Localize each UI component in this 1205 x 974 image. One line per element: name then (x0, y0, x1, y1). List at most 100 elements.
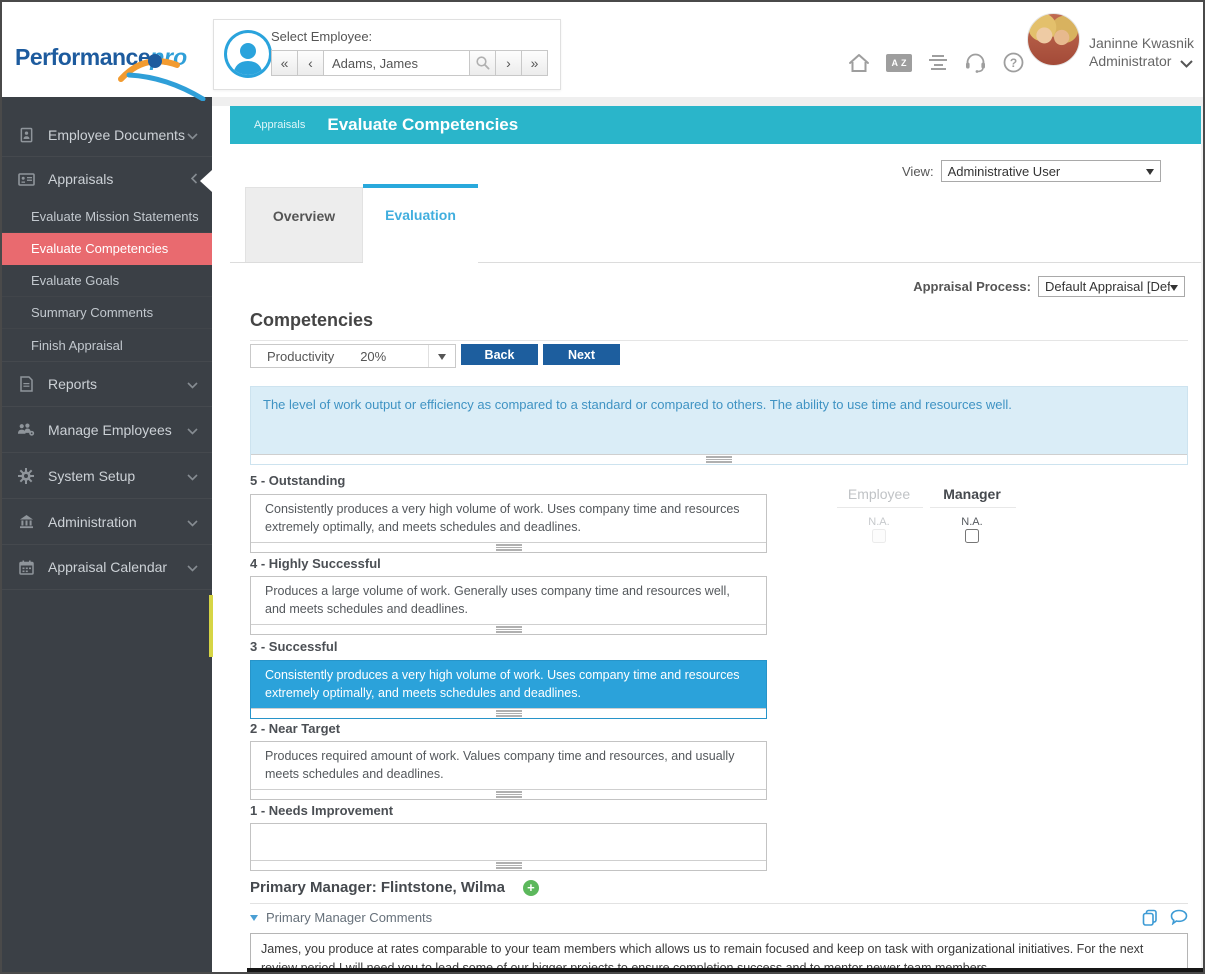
user-role: Administrator (1089, 53, 1172, 69)
add-plus-icon[interactable]: + (522, 879, 539, 896)
sidebar-subitem-evaluate-goals[interactable]: Evaluate Goals (2, 265, 212, 297)
top-header: Performancepro Select Employee: « ‹ Adam… (2, 2, 1203, 101)
manager-column-rule (930, 507, 1016, 508)
rating-label-3: 3 - Successful (250, 639, 338, 654)
sidebar-subitem-evaluate-competencies[interactable]: Evaluate Competencies (2, 233, 212, 265)
sidebar-item-label: Appraisals (48, 171, 114, 187)
resize-handle[interactable] (251, 542, 766, 552)
view-select[interactable]: Administrative User (940, 160, 1161, 182)
menu-lines-icon[interactable] (928, 54, 948, 71)
primary-manager-comments-input[interactable]: James, you produce at rates comparable t… (250, 933, 1188, 972)
sidebar-item-administration[interactable]: Administration (2, 499, 212, 545)
resize-handle[interactable] (251, 860, 766, 870)
active-section-notch (200, 170, 212, 192)
select-employee-label: Select Employee: (271, 29, 373, 44)
sidebar-item-system-setup[interactable]: System Setup (2, 453, 212, 499)
resize-handle[interactable] (251, 789, 766, 799)
sidebar-item-label: Reports (48, 376, 98, 392)
manager-column-header: Manager (943, 486, 1001, 502)
copy-icon[interactable] (1142, 909, 1158, 926)
performancepro-logo: Performancepro (15, 44, 206, 101)
sidebar-item-appraisal-calendar[interactable]: Appraisal Calendar (2, 545, 212, 590)
rating-box-1[interactable] (250, 823, 767, 871)
grip-icon (495, 626, 522, 633)
sidebar-item-label: Administration (48, 513, 137, 530)
language-az-icon[interactable]: AZ (886, 53, 912, 72)
home-icon[interactable] (848, 53, 870, 73)
next-employee-button[interactable]: › (495, 50, 522, 76)
comments-toolbar (1142, 909, 1188, 926)
sidebar-item-manage-employees[interactable]: Manage Employees (2, 407, 212, 453)
manager-na-checkbox[interactable] (965, 529, 979, 543)
user-menu-chevron-down-icon[interactable] (1180, 55, 1193, 73)
employee-name-input[interactable] (323, 50, 470, 76)
gear-icon (17, 467, 35, 484)
view-select-value: Administrative User (947, 163, 1061, 179)
sidebar-item-label: System Setup (48, 467, 136, 484)
sidebar-item-employee-documents[interactable]: Employee Documents (2, 113, 212, 157)
appraisal-process-value: Default Appraisal [Defa (1045, 279, 1170, 294)
logo-figure-icon (118, 54, 206, 101)
document-person-icon (17, 127, 35, 143)
grip-icon (495, 544, 522, 551)
tab-overview[interactable]: Overview (245, 187, 363, 263)
manager-na-label: N.A. (961, 516, 983, 528)
primary-manager-label: Primary Manager: Flintstone, Wilma (250, 879, 505, 896)
sidebar-item-label: Employee Documents (48, 126, 185, 143)
back-button[interactable]: Back (461, 344, 538, 365)
rating-box-2[interactable]: Produces required amount of work. Values… (250, 741, 767, 800)
sidebar-nav: Employee Documents Appraisals Evaluate M… (2, 97, 212, 972)
sidebar-item-reports[interactable]: Reports (2, 362, 212, 407)
rating-label-4: 4 - Highly Successful (250, 556, 381, 571)
employee-column-header: Employee (847, 486, 911, 502)
first-employee-button[interactable]: « (271, 50, 298, 76)
user-avatar[interactable] (1027, 13, 1080, 66)
search-icon (475, 56, 490, 70)
resize-handle[interactable] (251, 708, 766, 718)
rating-text-2: Produces required amount of work. Values… (265, 749, 735, 781)
competency-description-box[interactable]: The level of work output or efficiency a… (250, 386, 1188, 465)
competency-weight: 20% (360, 348, 387, 364)
appraisal-process-select[interactable]: Default Appraisal [Defa (1038, 276, 1185, 297)
employee-nav-controls: « ‹ › » (271, 50, 548, 76)
id-card-icon (17, 172, 35, 187)
appraisal-process-row: Appraisal Process: Default Appraisal [De… (702, 276, 1185, 297)
next-button[interactable]: Next (543, 344, 620, 365)
report-file-icon (17, 376, 35, 392)
competency-name: Productivity (267, 348, 335, 364)
resize-handle[interactable] (251, 624, 766, 634)
rating-text-1 (251, 824, 766, 860)
dropdown-caret-icon (1170, 285, 1178, 291)
right-margin-strip (1201, 106, 1203, 972)
app-window: Performancepro Select Employee: « ‹ Adam… (0, 0, 1205, 974)
employee-selector-panel: Select Employee: « ‹ › » (213, 19, 561, 90)
last-employee-button[interactable]: » (521, 50, 548, 76)
users-gear-icon (17, 422, 35, 437)
appraisals-submenu: Evaluate Mission Statements Evaluate Com… (2, 201, 212, 362)
rating-box-3-selected[interactable]: Consistently produces a very high volume… (250, 660, 767, 719)
rating-box-5[interactable]: Consistently produces a very high volume… (250, 494, 767, 553)
grip-icon (495, 862, 522, 869)
comment-bubble-icon[interactable] (1170, 909, 1188, 925)
page-title: Evaluate Competencies (327, 115, 519, 134)
sidebar-item-appraisals[interactable]: Appraisals (2, 157, 212, 201)
dropdown-caret-icon (1145, 169, 1154, 175)
help-icon[interactable]: ? (1003, 52, 1024, 73)
sidebar-subitem-finish-appraisal[interactable]: Finish Appraisal (2, 329, 212, 361)
chevron-down-icon (187, 514, 198, 530)
chevron-down-icon (187, 422, 198, 438)
previous-employee-button[interactable]: ‹ (297, 50, 324, 76)
sidebar-subitem-summary-comments[interactable]: Summary Comments (2, 297, 212, 329)
collapse-caret-icon[interactable] (250, 914, 258, 921)
sidebar-item-label: Appraisal Calendar (48, 559, 168, 575)
rating-box-4[interactable]: Produces a large volume of work. General… (250, 576, 767, 635)
competency-select[interactable]: Productivity 20% (250, 344, 456, 368)
support-headset-icon[interactable] (964, 52, 987, 73)
employee-na-label: N.A. (868, 516, 890, 528)
sidebar-subitem-evaluate-mission-statements[interactable]: Evaluate Mission Statements (2, 201, 212, 233)
tab-evaluation[interactable]: Evaluation (363, 184, 478, 264)
resize-handle[interactable] (251, 454, 1187, 464)
employee-search-button[interactable] (469, 50, 496, 76)
view-selector-row: View: Administrative User (902, 160, 1161, 182)
view-label: View: (902, 163, 934, 179)
